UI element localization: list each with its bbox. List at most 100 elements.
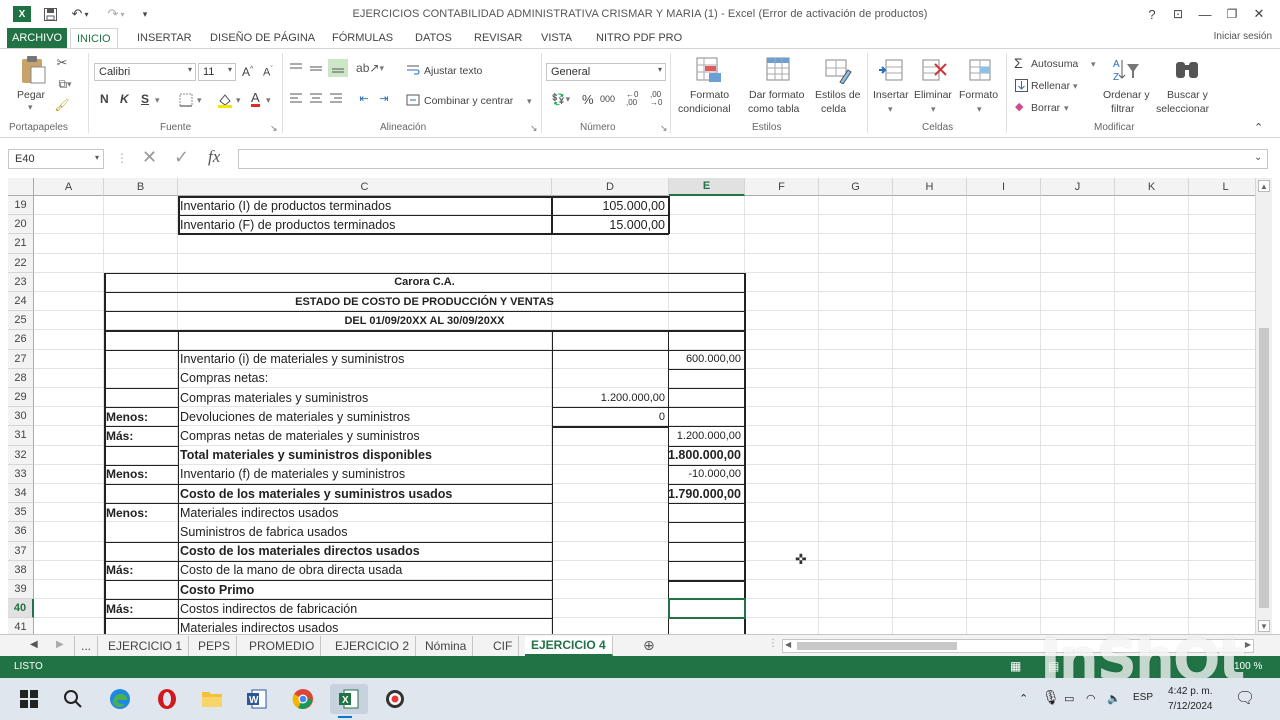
column-header-g[interactable]: G <box>819 178 893 196</box>
underline-button[interactable]: S <box>141 92 149 106</box>
excel-app-icon[interactable]: X <box>330 684 368 718</box>
merge-dropdown-icon[interactable]: ▾ <box>527 96 532 107</box>
more-options-icon[interactable]: ⋮ <box>116 151 128 165</box>
align-right-icon[interactable] <box>328 91 344 105</box>
conditional-format-label-2[interactable]: condicional <box>678 103 731 115</box>
wrap-text-button[interactable]: Ajustar texto <box>424 65 482 77</box>
maximize-button[interactable]: ❐ <box>1220 4 1244 24</box>
cell-b40[interactable]: Más: <box>104 599 176 618</box>
tab-revisar[interactable]: REVISAR <box>468 28 528 48</box>
align-middle-icon[interactable] <box>308 61 324 75</box>
word-app-icon[interactable]: W <box>242 684 272 714</box>
tab-archivo[interactable]: ARCHIVO <box>7 28 68 48</box>
cell-c27[interactable]: Inventario (i) de materiales y suministr… <box>178 350 550 369</box>
row-header-28[interactable]: 28 <box>8 368 34 388</box>
increase-indent-icon[interactable]: ⇥ <box>376 91 392 105</box>
scroll-up-icon[interactable]: ▲ <box>1258 180 1270 192</box>
tab-nitro-pdf-pro[interactable]: NITRO PDF PRO <box>590 28 688 48</box>
scroll-left-icon[interactable]: ◀ <box>785 640 791 649</box>
cell-c33[interactable]: Inventario (f) de materiales y suministr… <box>178 465 550 484</box>
cell-d29[interactable]: 1.200.000,00 <box>552 388 667 407</box>
clear-icon[interactable]: ◆ <box>1015 100 1023 113</box>
sheet-tab-ejercicio-4[interactable]: EJERCICIO 4 <box>525 636 613 656</box>
collapse-ribbon-icon[interactable]: ⌃ <box>1254 121 1263 134</box>
align-center-icon[interactable] <box>308 91 324 105</box>
column-header-c[interactable]: C <box>178 178 552 196</box>
italic-button[interactable]: K <box>120 92 129 106</box>
cell-c30[interactable]: Devoluciones de materiales y suministros <box>178 407 550 426</box>
autosum-icon[interactable]: Σ <box>1014 55 1023 71</box>
select-all-corner[interactable] <box>8 178 34 196</box>
row-header-35[interactable]: 35 <box>8 503 34 523</box>
cell-c38[interactable]: Costo de la mano de obra directa usada <box>178 561 550 580</box>
fill-dropdown-icon[interactable]: ▾ <box>1073 81 1078 92</box>
sheet-tab-nomina[interactable]: Nómina <box>419 636 474 656</box>
cell-c32[interactable]: Total materiales y suministros disponibl… <box>178 446 550 465</box>
file-explorer-icon[interactable] <box>197 684 227 714</box>
delete-dropdown-icon[interactable]: ▾ <box>931 104 936 115</box>
column-header-e[interactable]: E <box>669 178 745 196</box>
font-name-combo[interactable]: Calibri ▾ <box>94 63 196 81</box>
cell-c19[interactable]: Inventario (I) de productos terminados <box>178 196 550 215</box>
vertical-scroll-thumb[interactable] <box>1259 328 1269 608</box>
cell-c36[interactable]: Suministros de fabrica usados <box>178 522 550 541</box>
decrease-indent-icon[interactable]: ⇤ <box>356 91 372 105</box>
cell-c41[interactable]: Materiales indirectos usados <box>178 618 550 634</box>
align-left-icon[interactable] <box>288 91 304 105</box>
orientation-icon[interactable]: ab↗ ▾ <box>356 61 384 75</box>
font-color-dropdown-icon[interactable]: ▾ <box>266 95 271 106</box>
column-header-b[interactable]: B <box>104 178 178 196</box>
expand-formula-bar-icon[interactable]: ⌄ <box>1254 152 1262 163</box>
tab-datos[interactable]: DATOS <box>409 28 458 48</box>
next-sheet-icon[interactable]: ▶ <box>56 639 64 650</box>
decrease-decimal-icon[interactable]: ,00 →0 <box>650 91 662 107</box>
cell-e32[interactable]: 1.800.000,00 <box>669 446 743 465</box>
cell-b35[interactable]: Menos: <box>104 503 176 522</box>
statement-title-24[interactable]: ESTADO DE COSTO DE PRODUCCIÓN Y VENTAS <box>104 292 745 311</box>
microphone-icon[interactable]: 🎙 <box>1042 689 1060 706</box>
sign-in-link[interactable]: Iniciar sesión <box>1214 31 1272 42</box>
chrome-browser-icon[interactable] <box>288 684 318 714</box>
volume-icon[interactable]: 🔈 <box>1107 692 1121 705</box>
fill-icon[interactable] <box>1014 78 1028 92</box>
cell-e31[interactable]: 1.200.000,00 <box>669 426 743 445</box>
column-header-f[interactable]: F <box>745 178 819 196</box>
conditional-format-label-1[interactable]: Formato <box>690 89 729 101</box>
windows-start-icon[interactable] <box>14 684 44 714</box>
cell-d30[interactable]: 0 <box>552 407 667 426</box>
copy-icon[interactable]: ⧉ ▾ <box>54 76 76 92</box>
notifications-icon[interactable]: 🗨 <box>1235 688 1255 708</box>
clear-dropdown-icon[interactable]: ▾ <box>1064 103 1069 114</box>
horizontal-scroll-thumb[interactable] <box>797 642 957 650</box>
screen-recorder-icon[interactable] <box>380 684 410 714</box>
sheet-tab-peps[interactable]: PEPS <box>192 636 238 656</box>
sheet-tab-ejercicio-1[interactable]: EJERCICIO 1 <box>102 636 190 656</box>
column-header-k[interactable]: K <box>1115 178 1189 196</box>
cell-b33[interactable]: Menos: <box>104 465 176 484</box>
cell-styles-label-2[interactable]: celda <box>821 103 846 115</box>
cell-e27[interactable]: 600.000,00 <box>669 350 743 369</box>
underline-dropdown-icon[interactable]: ▾ <box>155 95 160 106</box>
number-format-combo[interactable]: General ▾ <box>546 63 666 81</box>
bold-button[interactable]: N <box>100 92 109 106</box>
help-button[interactable]: ? <box>1140 4 1164 24</box>
find-select-label-1[interactable]: Buscar y <box>1167 89 1208 101</box>
column-header-d[interactable]: D <box>552 178 669 196</box>
cell-styles-label-1[interactable]: Estilos de <box>815 89 861 101</box>
wrap-text-icon[interactable] <box>405 63 421 77</box>
row-header-41[interactable]: 41 <box>8 618 34 634</box>
merge-center-button[interactable]: Combinar y centrar <box>424 95 513 107</box>
search-icon[interactable] <box>58 684 88 714</box>
sheet-tab-ejercicio-2[interactable]: EJERCICIO 2 <box>329 636 417 656</box>
column-header-h[interactable]: H <box>893 178 967 196</box>
tab-split-handle-icon[interactable]: ⋮ <box>768 638 778 649</box>
column-header-j[interactable]: J <box>1041 178 1115 196</box>
autosum-button[interactable]: Autosuma <box>1031 58 1078 70</box>
confirm-entry-icon[interactable]: ✓ <box>174 147 189 168</box>
grow-font-icon[interactable]: A^ <box>242 65 253 79</box>
clear-button[interactable]: Borrar <box>1031 102 1060 114</box>
fill-color-icon[interactable] <box>215 91 235 108</box>
statement-title-23[interactable]: Carora C.A. <box>104 273 745 292</box>
cell-c37[interactable]: Costo de los materiales directos usados <box>178 542 550 561</box>
cell-c20[interactable]: Inventario (F) de productos terminados <box>178 215 550 234</box>
